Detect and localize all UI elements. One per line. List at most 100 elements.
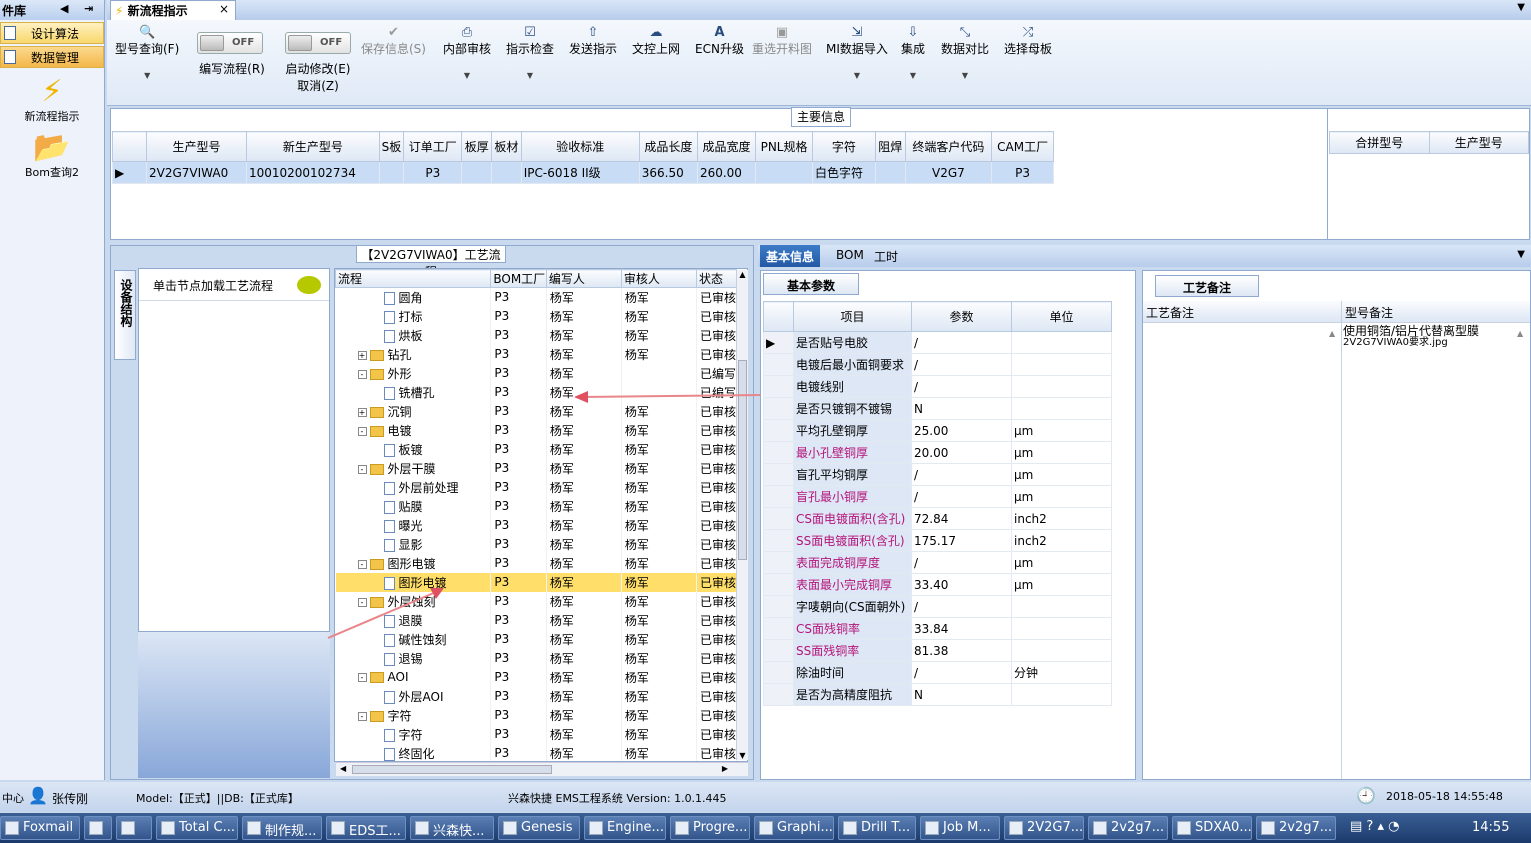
tree-row[interactable]: 打标 P3 杨军 杨军 已审核 <box>335 306 738 326</box>
param-row[interactable]: ▶ 是否贴号电胶 / <box>763 331 1112 354</box>
table-cell[interactable]: P3 <box>991 161 1054 184</box>
tree-cell-factory[interactable]: P3 <box>490 648 547 668</box>
tree-cell-factory[interactable]: P3 <box>490 629 547 649</box>
tree-cell-writer[interactable]: 杨军 <box>546 439 622 459</box>
table-cell[interactable]: 366.50 <box>638 161 698 184</box>
tree-cell-reviewer[interactable]: 杨军 <box>621 458 697 478</box>
taskbar-item[interactable] <box>84 816 112 840</box>
tree-cell-factory[interactable]: P3 <box>490 667 547 687</box>
tree-cell-writer[interactable]: 杨军 <box>546 610 622 630</box>
tree-cell-writer[interactable]: 杨军 <box>546 648 622 668</box>
tree-cell-name[interactable]: - 外层干膜 <box>335 458 492 478</box>
tree-cell-writer[interactable]: 杨军 <box>546 477 622 497</box>
param-value[interactable]: / <box>911 353 1012 376</box>
taskbar-item[interactable]: 2v2g7... <box>1256 816 1336 840</box>
tree-cell-status[interactable]: 已审核 <box>696 610 738 630</box>
taskbar-item[interactable]: Job M... <box>920 816 1000 840</box>
scroll-thumb[interactable] <box>352 765 552 774</box>
tree-cell-factory[interactable]: P3 <box>490 724 547 744</box>
tree-cell-reviewer[interactable]: 杨军 <box>621 439 697 459</box>
table-cell[interactable]: 10010200102734 <box>245 161 380 184</box>
memo-column-header[interactable]: 型号备注 <box>1341 301 1530 323</box>
param-row[interactable]: 盲孔平均铜厚 / μm <box>763 463 1112 486</box>
column-header[interactable]: 字符 <box>811 131 876 162</box>
column-header[interactable]: 生产型号 <box>146 131 247 162</box>
doc-control-online-button[interactable]: ☁ 文控上网 <box>632 26 680 57</box>
vertical-scrollbar[interactable]: ▲ ▼ <box>736 270 748 760</box>
tree-cell-writer[interactable]: 杨军 <box>546 306 622 326</box>
tree-cell-writer[interactable]: 杨军 <box>546 724 622 744</box>
select-motherboard-button[interactable]: ⤮ 选择母板 <box>1004 26 1052 57</box>
param-unit[interactable] <box>1011 683 1112 706</box>
tree-cell-status[interactable]: 已审核 <box>696 724 738 744</box>
taskbar-item[interactable]: 兴森快... <box>410 816 494 840</box>
tree-cell-name[interactable]: 终固化 <box>335 743 492 761</box>
param-row[interactable]: 电镀后最小面铜要求 / <box>763 353 1112 376</box>
tree-cell-factory[interactable]: P3 <box>490 743 547 761</box>
tree-cell-writer[interactable]: 杨军 <box>546 705 622 725</box>
param-value[interactable]: N <box>911 397 1012 420</box>
tree-cell-status[interactable]: 已审核 <box>696 458 738 478</box>
tree-row[interactable]: 板镀 P3 杨军 杨军 已审核 <box>335 439 738 459</box>
tree-cell-factory[interactable]: P3 <box>490 686 547 706</box>
param-row[interactable]: CS面电镀面积(含孔) 72.84 inch2 <box>763 507 1112 530</box>
tree-cell-reviewer[interactable]: 杨军 <box>621 420 697 440</box>
param-row[interactable]: 平均孔壁铜厚 25.00 μm <box>763 419 1112 442</box>
param-unit[interactable]: inch2 <box>1011 529 1112 552</box>
tree-cell-writer[interactable]: 杨军 <box>546 287 622 307</box>
column-header[interactable]: 成品宽度 <box>696 131 757 162</box>
param-value[interactable]: / <box>911 331 1012 354</box>
tree-row[interactable]: 退膜 P3 杨军 杨军 已审核 <box>335 610 738 630</box>
taskbar-item[interactable]: EDS工... <box>326 816 406 840</box>
param-value[interactable]: 33.40 <box>911 573 1012 596</box>
tree-cell-reviewer[interactable]: 杨军 <box>621 325 697 345</box>
tree-cell-name[interactable]: 烘板 <box>335 325 492 345</box>
tree-cell-reviewer[interactable]: 杨军 <box>621 648 697 668</box>
load-hint-row[interactable]: 单击节点加载工艺流程 <box>139 269 329 301</box>
write-process-toggle[interactable]: OFF <box>197 32 263 54</box>
param-unit[interactable]: μm <box>1011 573 1112 596</box>
param-value[interactable]: / <box>911 661 1012 684</box>
tree-cell-factory[interactable]: P3 <box>490 477 547 497</box>
tree-cell-status[interactable]: 已审核 <box>696 325 738 345</box>
tree-cell-name[interactable]: 曝光 <box>335 515 492 535</box>
tree-cell-status[interactable]: 已审核 <box>696 648 738 668</box>
table-cell[interactable]: 260.00 <box>696 161 757 184</box>
tree-row[interactable]: - 外形 P3 杨军 已编写 <box>335 363 738 383</box>
tree-cell-reviewer[interactable]: 杨军 <box>621 401 697 421</box>
tree-cell-factory[interactable]: P3 <box>490 287 547 307</box>
tree-cell-factory[interactable]: P3 <box>490 306 547 326</box>
tab-equipment-structure[interactable]: 设备结构 <box>114 270 136 360</box>
tree-cell-name[interactable]: - 外形 <box>335 363 492 383</box>
tree-cell-status[interactable]: 已审核 <box>696 743 738 761</box>
tree-cell-name[interactable]: - 电镀 <box>335 420 492 440</box>
chevron-down-icon[interactable]: ▼ <box>443 71 491 80</box>
scroll-down-icon[interactable]: ▼ <box>737 751 748 760</box>
expand-toggle-icon[interactable]: - <box>357 464 367 474</box>
tree-cell-writer[interactable]: 杨军 <box>546 629 622 649</box>
tree-cell-name[interactable]: 板镀 <box>335 439 492 459</box>
expand-toggle-icon[interactable]: - <box>357 559 367 569</box>
tree-cell-writer[interactable]: 杨军 <box>546 591 622 611</box>
tree-row[interactable]: + 钻孔 P3 杨军 杨军 已审核 <box>335 344 738 364</box>
param-value[interactable]: 33.84 <box>911 617 1012 640</box>
tree-cell-status[interactable]: 已审核 <box>696 515 738 535</box>
tree-row[interactable]: 外层AOI P3 杨军 杨军 已审核 <box>335 686 738 706</box>
param-unit[interactable] <box>1011 353 1112 376</box>
param-unit[interactable] <box>1011 397 1112 420</box>
tree-row[interactable]: 字符 P3 杨军 杨军 已审核 <box>335 724 738 744</box>
param-value[interactable]: / <box>911 595 1012 618</box>
integrate-button[interactable]: ⇩ 集成 ▼ <box>901 26 925 81</box>
tree-row[interactable]: 退锡 P3 杨军 杨军 已审核 <box>335 648 738 668</box>
expand-toggle-icon[interactable]: + <box>357 407 367 417</box>
column-header[interactable]: 生产型号 <box>1428 131 1529 154</box>
tree-cell-writer[interactable]: 杨军 <box>546 686 622 706</box>
column-header[interactable]: BOM工厂 <box>490 269 547 288</box>
column-header[interactable]: 验收标准 <box>520 131 640 162</box>
tree-cell-reviewer[interactable]: 杨军 <box>621 591 697 611</box>
tree-cell-reviewer[interactable]: 杨军 <box>621 287 697 307</box>
param-row[interactable]: SS面电镀面积(含孔) 175.17 inch2 <box>763 529 1112 552</box>
tree-cell-status[interactable]: 已审核 <box>696 534 738 554</box>
tree-row[interactable]: 铣槽孔 P3 杨军 已编写 <box>335 382 738 402</box>
tree-cell-factory[interactable]: P3 <box>490 591 547 611</box>
